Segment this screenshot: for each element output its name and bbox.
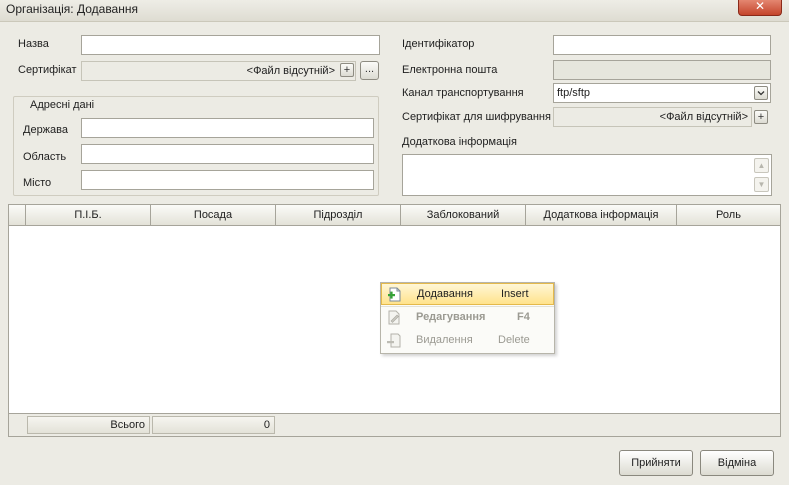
city-label: Місто xyxy=(23,177,52,189)
add-document-icon xyxy=(388,287,401,302)
transport-select[interactable]: ftp/sftp xyxy=(553,83,771,103)
identifier-label: Ідентифікатор xyxy=(402,38,475,50)
chevron-down-icon[interactable] xyxy=(754,86,768,100)
menu-item-add-label: Додавання xyxy=(417,288,473,300)
email-field[interactable] xyxy=(553,60,771,80)
certificate-label: Сертифікат xyxy=(18,64,77,76)
transport-label: Канал транспортування xyxy=(402,87,524,99)
city-field[interactable] xyxy=(81,170,374,190)
region-label: Область xyxy=(23,151,67,163)
menu-item-add[interactable]: Додавання Insert xyxy=(381,283,554,305)
column-header-role[interactable]: Роль xyxy=(677,205,780,226)
plus-icon: + xyxy=(757,111,765,123)
address-group-title: Адресні дані xyxy=(30,99,95,111)
total-value: 0 xyxy=(152,416,275,434)
column-header-extra-info[interactable]: Додаткова інформація xyxy=(526,205,677,226)
menu-item-edit-shortcut: F4 xyxy=(517,311,530,323)
encryption-cert-label: Сертифікат для шифрування xyxy=(402,111,551,123)
encryption-cert-value: <Файл відсутній> xyxy=(659,111,748,123)
scroll-down-icon[interactable]: ▼ xyxy=(754,177,769,192)
scroll-up-icon[interactable]: ▲ xyxy=(754,158,769,173)
encryption-cert-add-button[interactable]: + xyxy=(754,110,768,124)
accept-button[interactable]: Прийняти xyxy=(619,450,693,476)
column-header-blocked[interactable]: Заблокований xyxy=(401,205,526,226)
ellipsis-icon: ... xyxy=(364,63,375,75)
close-button[interactable]: ✕ xyxy=(738,0,782,16)
identifier-field[interactable] xyxy=(553,35,771,55)
extra-info-textarea[interactable] xyxy=(402,154,772,196)
grid-indicator-header xyxy=(9,205,26,226)
edit-document-icon xyxy=(388,310,400,325)
certificate-add-button[interactable]: + xyxy=(340,63,354,77)
column-header-name[interactable]: П.І.Б. xyxy=(26,205,151,226)
menu-item-add-shortcut: Insert xyxy=(501,288,529,300)
name-label: Назва xyxy=(18,38,49,50)
cancel-button[interactable]: Відміна xyxy=(700,450,774,476)
certificate-value: <Файл відсутній> xyxy=(246,65,335,77)
email-label: Електронна пошта xyxy=(402,64,498,76)
menu-item-delete[interactable]: Видалення Delete xyxy=(381,330,554,352)
certificate-browse-button[interactable]: ... xyxy=(360,61,379,80)
delete-document-icon xyxy=(387,333,401,348)
transport-value: ftp/sftp xyxy=(557,87,591,99)
country-label: Держава xyxy=(23,124,68,136)
plus-icon: + xyxy=(343,64,351,76)
menu-item-edit-label: Редагування xyxy=(416,311,486,323)
menu-item-delete-label: Видалення xyxy=(416,334,473,346)
title-bar: Організація: Додавання xyxy=(0,0,789,22)
country-field[interactable] xyxy=(81,118,374,138)
menu-item-delete-shortcut: Delete xyxy=(498,334,530,346)
name-field[interactable] xyxy=(81,35,380,55)
certificate-field: <Файл відсутній> xyxy=(81,61,356,81)
column-header-position[interactable]: Посада xyxy=(151,205,276,226)
close-icon: ✕ xyxy=(754,0,766,13)
region-field[interactable] xyxy=(81,144,374,164)
total-label: Всього xyxy=(27,416,150,434)
encryption-cert-field: <Файл відсутній> xyxy=(553,107,752,127)
extra-info-label: Додаткова інформація xyxy=(402,136,517,148)
window-title: Організація: Додавання xyxy=(6,2,138,16)
column-header-department[interactable]: Підрозділ xyxy=(276,205,401,226)
menu-item-edit[interactable]: Редагування F4 xyxy=(381,307,554,329)
